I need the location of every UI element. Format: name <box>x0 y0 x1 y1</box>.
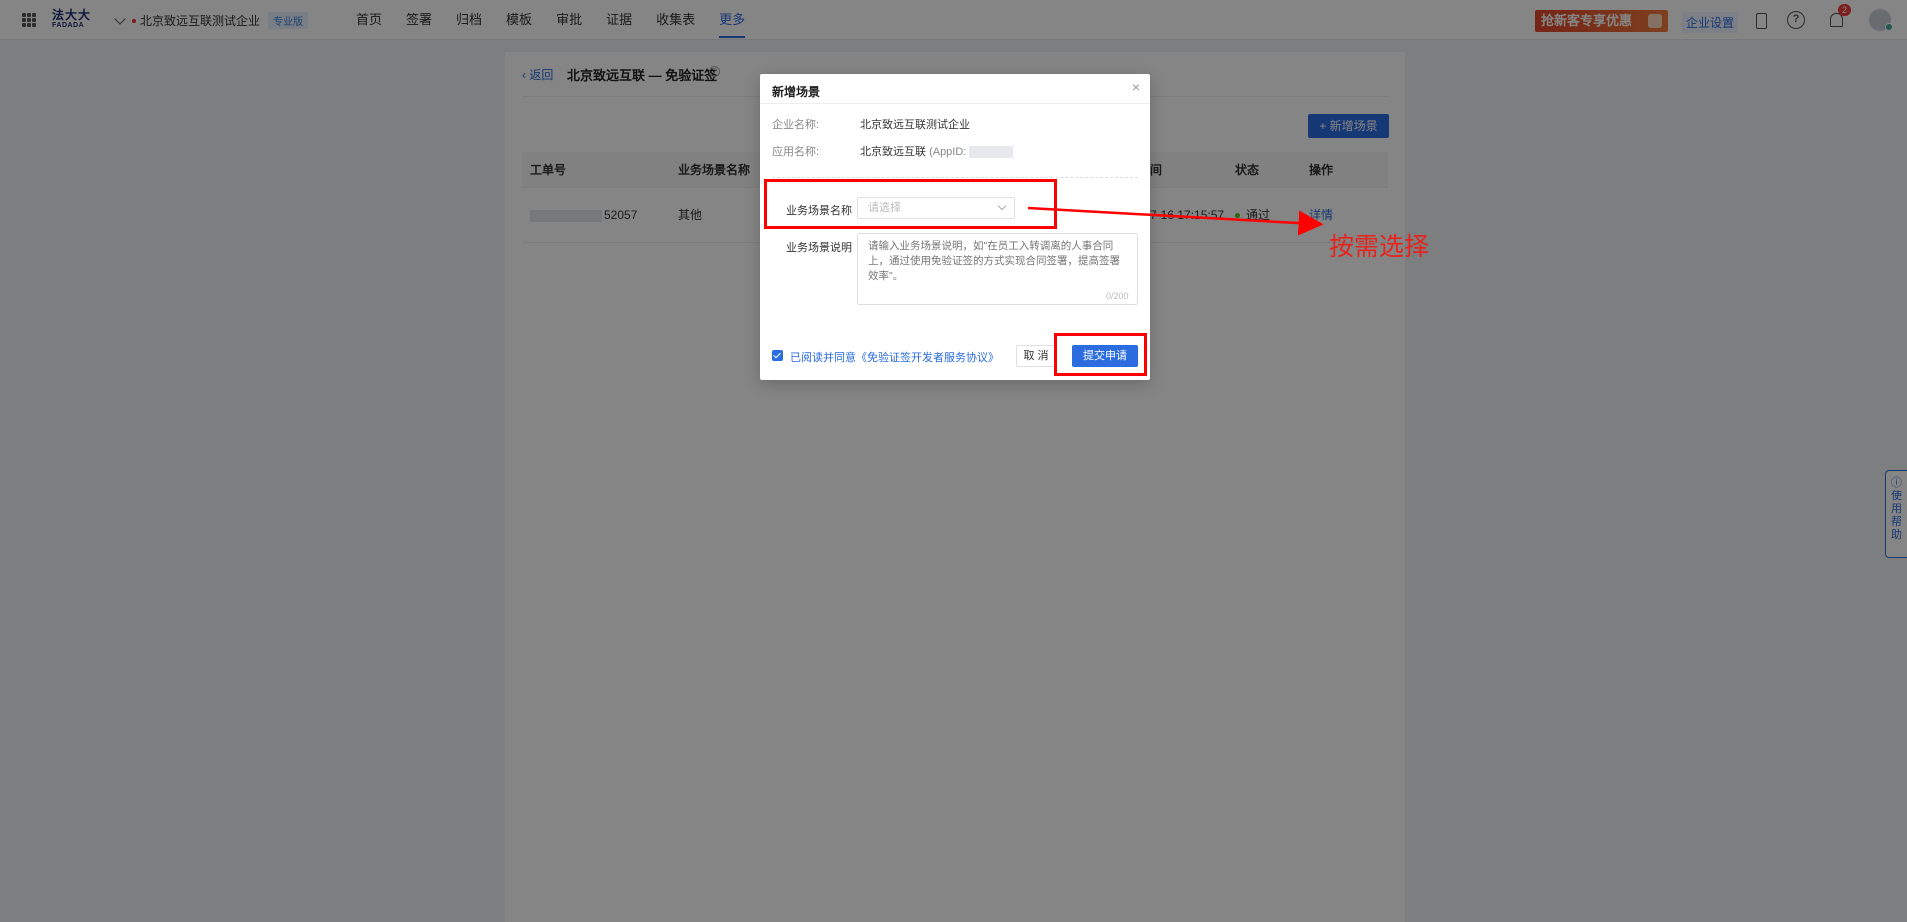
agree-checkbox[interactable] <box>772 350 783 361</box>
scene-desc-textarea[interactable] <box>857 233 1138 305</box>
agreement-link[interactable]: 已阅读并同意《免验证签开发者服务协议》 <box>790 349 999 365</box>
scene-desc-label: 业务场景说明 <box>786 242 852 254</box>
masked-app-id <box>969 146 1014 159</box>
annotation-box-scene-select <box>764 179 1057 229</box>
char-counter: 0/200 <box>1106 291 1129 301</box>
app-value: 北京致远互联 (AppID: <box>860 143 1014 159</box>
app-label: 应用名称: <box>772 146 820 158</box>
company-label: 企业名称: <box>772 119 820 131</box>
dashed-divider <box>772 177 1138 178</box>
dialog-title: 新增场景 <box>772 85 821 99</box>
cancel-button[interactable]: 取 消 <box>1016 345 1056 367</box>
company-value: 北京致远互联测试企业 <box>860 119 970 131</box>
annotation-text: 按需选择 <box>1329 232 1430 261</box>
dialog-divider <box>760 103 1150 104</box>
close-icon[interactable]: × <box>1132 79 1140 95</box>
annotation-box-submit <box>1054 333 1147 376</box>
